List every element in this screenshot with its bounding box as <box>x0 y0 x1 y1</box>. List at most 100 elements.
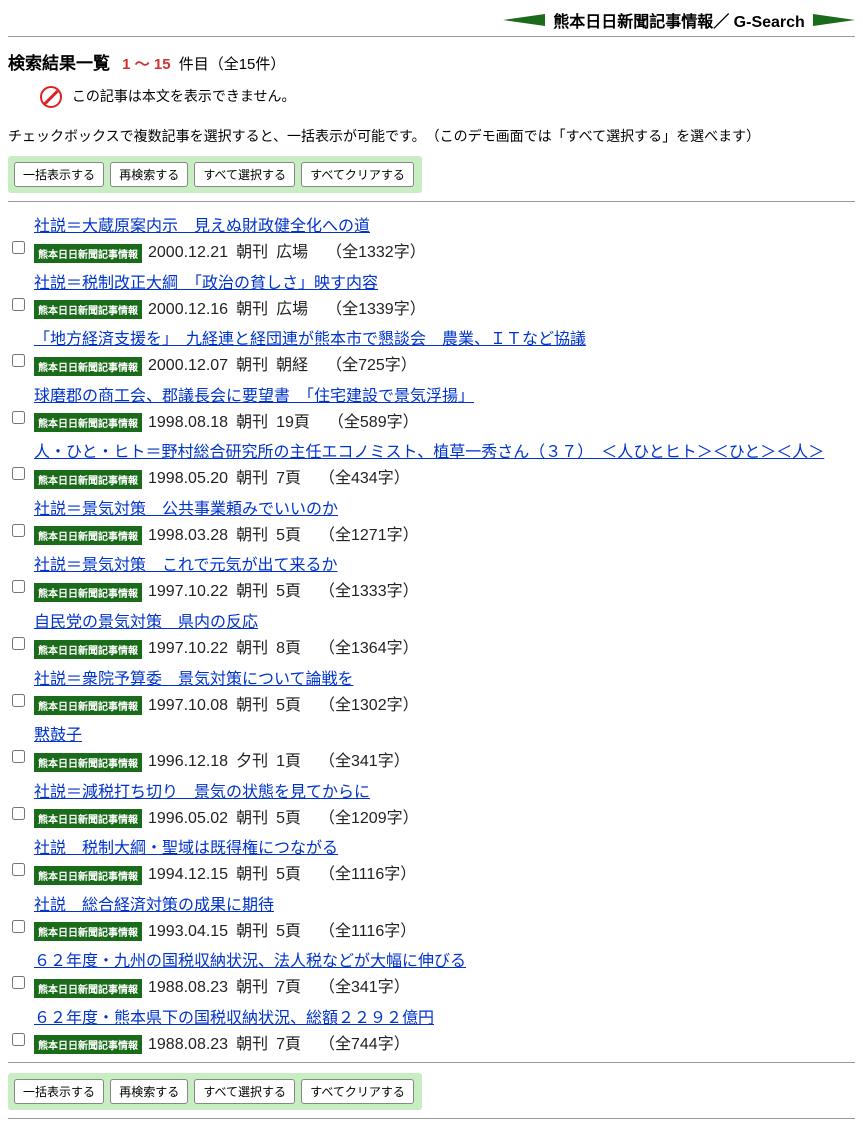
result-date: 1993.04.15 <box>148 923 228 940</box>
result-title-link[interactable]: 「地方経済支援を」 九経連と経団連が熊本市で懇談会 農業、ＩＴなど協議 <box>34 325 586 349</box>
batch-display-button[interactable]: 一括表示する <box>14 1079 104 1104</box>
result-char-count: （全1116字） <box>319 866 416 883</box>
result-edition: 朝刊 <box>236 470 268 487</box>
result-checkbox[interactable] <box>12 750 25 763</box>
result-title-link[interactable]: 社説＝景気対策 公共事業頼みでいいのか <box>34 495 338 519</box>
result-title-link[interactable]: 人・ひと・ヒト＝野村総合研究所の主任エコノミスト、植草一秀さん（３７） ＜人ひと… <box>34 438 824 462</box>
result-checkbox[interactable] <box>12 467 25 480</box>
separator <box>8 1118 855 1119</box>
result-edition: 朝刊 <box>236 244 268 261</box>
notice-row: この記事は本文を表示できません。 <box>40 86 855 108</box>
result-char-count: （全341字） <box>319 979 410 996</box>
research-button[interactable]: 再検索する <box>110 1079 188 1104</box>
result-date: 1998.08.18 <box>148 414 228 431</box>
result-title-link[interactable]: 社説＝景気対策 これで元気が出て来るか <box>34 551 338 575</box>
result-page: 5頁 <box>276 583 301 600</box>
result-title-link[interactable]: 社説＝大蔵原案内示 見えぬ財政健全化への道 <box>34 212 370 236</box>
result-title-link[interactable]: 社説＝税制改正大綱 「政治の貧しさ」映す内容 <box>34 269 378 293</box>
result-row: 人・ひと・ヒト＝野村総合研究所の主任エコノミスト、植草一秀さん（３７） ＜人ひと… <box>8 438 855 491</box>
result-meta: 2000.12.07朝刊朝経（全725字） <box>148 357 425 374</box>
clear-all-button[interactable]: すべてクリアする <box>301 1079 414 1104</box>
result-checkbox[interactable] <box>12 354 25 367</box>
batch-display-button[interactable]: 一括表示する <box>14 162 104 187</box>
result-char-count: （全589字） <box>328 414 419 431</box>
source-badge: 熊本日日新聞記事情報 <box>34 809 142 828</box>
result-date: 2000.12.07 <box>148 357 228 374</box>
separator <box>8 201 855 202</box>
button-bar-top: 一括表示する 再検索する すべて選択する すべてクリアする <box>8 156 422 193</box>
result-checkbox[interactable] <box>12 694 25 707</box>
header-title: 熊本日日新聞記事情報／ G-Search <box>553 14 805 31</box>
result-date: 2000.12.21 <box>148 244 228 261</box>
results-header: 検索結果一覧 1 〜 15 件目（全15件） <box>8 49 855 74</box>
result-checkbox[interactable] <box>12 580 25 593</box>
result-row: 社説＝大蔵原案内示 見えぬ財政健全化への道熊本日日新聞記事情報 2000.12.2… <box>8 212 855 265</box>
result-meta: 2000.12.21 朝刊広場 （全1332字） <box>148 244 434 261</box>
instruction-note: チェックボックスで複数記事を選択すると、一括表示が可能です。 （このデモ画面では… <box>8 126 855 146</box>
arrow-left-icon <box>503 14 545 26</box>
result-checkbox[interactable] <box>12 637 25 650</box>
result-checkbox[interactable] <box>12 524 25 537</box>
result-title-link[interactable]: ６２年度・九州の国税収納状況、法人税などが大幅に伸びる <box>34 947 466 971</box>
result-checkbox[interactable] <box>12 298 25 311</box>
result-checkbox[interactable] <box>12 1033 25 1046</box>
result-checkbox[interactable] <box>12 807 25 820</box>
result-edition: 朝刊 <box>236 866 268 883</box>
result-date: 1998.03.28 <box>148 527 228 544</box>
result-meta: 1994.12.15朝刊5頁（全1116字） <box>148 866 424 883</box>
select-all-button[interactable]: すべて選択する <box>194 162 295 187</box>
result-title-link[interactable]: 自民党の景気対策 県内の反応 <box>34 608 258 632</box>
result-date: 1988.08.23 <box>148 1036 228 1053</box>
result-checkbox[interactable] <box>12 411 25 424</box>
result-meta: 1997.10.08朝刊5頁（全1302字） <box>148 697 427 714</box>
result-checkbox[interactable] <box>12 241 25 254</box>
result-title-link[interactable]: 球磨郡の商工会、郡議長会に要望書 「住宅建設で景気浮揚」 <box>34 382 474 406</box>
result-page: 7頁 <box>276 1036 301 1053</box>
result-date: 1997.10.22 <box>148 583 228 600</box>
source-badge: 熊本日日新聞記事情報 <box>34 979 142 998</box>
result-checkbox[interactable] <box>12 863 25 876</box>
arrow-right-icon <box>813 14 855 26</box>
result-char-count: （全744字） <box>319 1036 410 1053</box>
result-row: 社説＝衆院予算委 景気対策について論戦を熊本日日新聞記事情報1997.10.08… <box>8 665 855 718</box>
result-page: 5頁 <box>276 923 301 940</box>
result-checkbox[interactable] <box>12 920 25 933</box>
result-meta: 1998.08.18朝刊19頁（全589字） <box>148 414 427 431</box>
result-checkbox[interactable] <box>12 976 25 989</box>
result-meta: 1988.08.23朝刊7頁（全341字） <box>148 979 418 996</box>
result-char-count: （全1364字） <box>319 640 419 657</box>
source-badge: 熊本日日新聞記事情報 <box>34 866 142 885</box>
result-page: 8頁 <box>276 640 301 657</box>
source-badge: 熊本日日新聞記事情報 <box>34 357 142 376</box>
result-char-count: （全1339字） <box>326 301 426 318</box>
result-title-link[interactable]: 社説＝衆院予算委 景気対策について論戦を <box>34 665 354 689</box>
result-edition: 朝刊 <box>236 357 268 374</box>
results-range: 1 〜 15 <box>122 56 170 73</box>
source-badge: 熊本日日新聞記事情報 <box>34 922 142 941</box>
result-title-link[interactable]: 社説＝減税打ち切り 景気の状態を見てからに <box>34 778 370 802</box>
research-button[interactable]: 再検索する <box>110 162 188 187</box>
source-badge: 熊本日日新聞記事情報 <box>34 300 142 319</box>
result-row: 社説＝減税打ち切り 景気の状態を見てからに熊本日日新聞記事情報1996.05.0… <box>8 778 855 831</box>
select-all-button[interactable]: すべて選択する <box>194 1079 295 1104</box>
result-edition: 朝刊 <box>236 923 268 940</box>
result-meta: 1996.12.18夕刊1頁（全341字） <box>148 753 418 770</box>
result-meta: 1998.05.20朝刊7頁（全434字） <box>148 470 418 487</box>
source-badge: 熊本日日新聞記事情報 <box>34 244 142 263</box>
results-list: 社説＝大蔵原案内示 見えぬ財政健全化への道熊本日日新聞記事情報 2000.12.2… <box>8 212 855 1056</box>
result-char-count: （全1332字） <box>326 244 426 261</box>
result-edition: 朝刊 <box>236 1036 268 1053</box>
result-char-count: （全1116字） <box>319 923 416 940</box>
result-title-link[interactable]: 社説 税制大綱・聖域は既得権につながる <box>34 834 338 858</box>
clear-all-button[interactable]: すべてクリアする <box>301 162 414 187</box>
source-badge: 熊本日日新聞記事情報 <box>34 753 142 772</box>
result-page: 5頁 <box>276 527 301 544</box>
result-date: 2000.12.16 <box>148 301 228 318</box>
result-title-link[interactable]: 黙鼓子 <box>34 721 82 745</box>
result-row: ６２年度・熊本県下の国税収納状況、総額２２９２億円熊本日日新聞記事情報1988.… <box>8 1004 855 1057</box>
results-title: 検索結果一覧 <box>8 54 110 73</box>
result-title-link[interactable]: 社説 総合経済対策の成果に期待 <box>34 891 274 915</box>
result-page: 広場 <box>276 244 308 261</box>
source-badge: 熊本日日新聞記事情報 <box>34 470 142 489</box>
result-row: 社説＝景気対策 これで元気が出て来るか熊本日日新聞記事情報1997.10.22朝… <box>8 551 855 604</box>
